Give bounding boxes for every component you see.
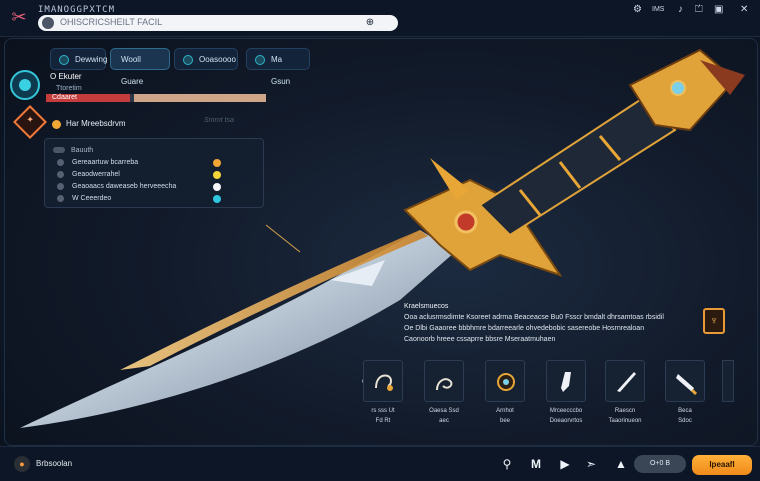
equipment-slot-blade[interactable] <box>665 360 705 402</box>
app-title: IMANOGGPXTCM <box>38 5 116 15</box>
slot-label: rs sss Ut <box>371 408 395 414</box>
cursor-icon[interactable]: ➣ <box>582 455 600 473</box>
pommel-gem <box>670 80 686 96</box>
equipment-slot-gauntlet[interactable] <box>363 360 403 402</box>
flame-icon: ● <box>14 456 30 472</box>
equipment-slot-amulet[interactable] <box>485 360 525 402</box>
pointer-line <box>265 224 301 253</box>
slot-label: Arnhot <box>496 408 514 414</box>
guard-gem <box>454 210 478 234</box>
rarity-shield-icon: ♆ <box>703 308 725 334</box>
search-input[interactable]: OHISCRICSHEILT FACIL ⊕ <box>38 15 398 31</box>
music-icon[interactable]: ♪ <box>678 4 683 15</box>
equipment-slot-serpent[interactable] <box>424 360 464 402</box>
bottom-label: Brbsoolan <box>36 459 73 468</box>
slot-label: Beca <box>678 408 692 414</box>
boot-icon <box>561 372 571 392</box>
hook-icon[interactable]: ⚲ <box>498 455 516 473</box>
slot-sublabel: bee <box>499 418 510 424</box>
secondary-button[interactable]: O+0 B <box>634 455 686 473</box>
primary-button[interactable]: Ipeaafl <box>692 455 752 475</box>
mode-button[interactable]: M <box>526 455 546 473</box>
slot-overflow-edge[interactable] <box>722 360 734 402</box>
equipment-slot-boot[interactable] <box>546 360 586 402</box>
description-line: Oe Dlbi Gaaoree bbbhmre bdarreearle ohve… <box>404 325 645 332</box>
app-logo-icon: ✂ <box>11 7 27 27</box>
serpent-icon <box>436 378 453 391</box>
toggle-icon[interactable]: ⏍ <box>695 4 703 15</box>
slot-label: Raescn <box>614 408 636 414</box>
slot-sublabel: Sdoc <box>678 418 692 424</box>
close-icon[interactable]: ✕ <box>740 4 748 15</box>
mountain-icon[interactable]: ▲ <box>612 455 630 473</box>
settings-icon[interactable]: ⚙ <box>633 4 642 15</box>
slot-label: Oaesa Ssd <box>429 408 459 414</box>
description-title: Kraelsmuecos <box>404 303 449 310</box>
handle-grip <box>478 98 677 237</box>
slot-sublabel: aec <box>439 418 449 424</box>
blade-icon <box>676 374 698 396</box>
search-icon[interactable]: ⊕ <box>364 17 376 29</box>
item-description: Ooa aclusrmsdimte Ksoreet adrma Beaceacs… <box>404 312 694 345</box>
search-lead-icon <box>42 17 54 29</box>
save-icon[interactable]: ▣ <box>714 4 723 15</box>
slot-sublabel: Taaorinueon <box>608 418 642 424</box>
slot-sublabel: Fd Rt <box>375 418 391 424</box>
dagger-icon <box>617 372 636 392</box>
bottom-bar: ● Brbsoolan ⚲ M ▶ ➣ ▲ O+0 B Ipeaafl <box>0 446 760 481</box>
description-line: Ooa aclusrmsdimte Ksoreet adrma Beaceacs… <box>404 314 664 321</box>
top-right-label: IMS <box>652 6 665 13</box>
search-value: OHISCRICSHEILT FACIL <box>60 17 163 27</box>
slot-sublabel: Doeaorvrtos <box>549 418 583 424</box>
gauntlet-icon <box>375 374 393 391</box>
amulet-icon <box>497 373 515 391</box>
slot-label: Mrceecccbo <box>549 408 583 414</box>
play-button[interactable]: ▶ <box>556 455 574 473</box>
description-line: Caonoorb hreee cssaprre bbsre Mseraatmuh… <box>404 336 556 343</box>
equipment-slot-dagger[interactable] <box>605 360 645 402</box>
